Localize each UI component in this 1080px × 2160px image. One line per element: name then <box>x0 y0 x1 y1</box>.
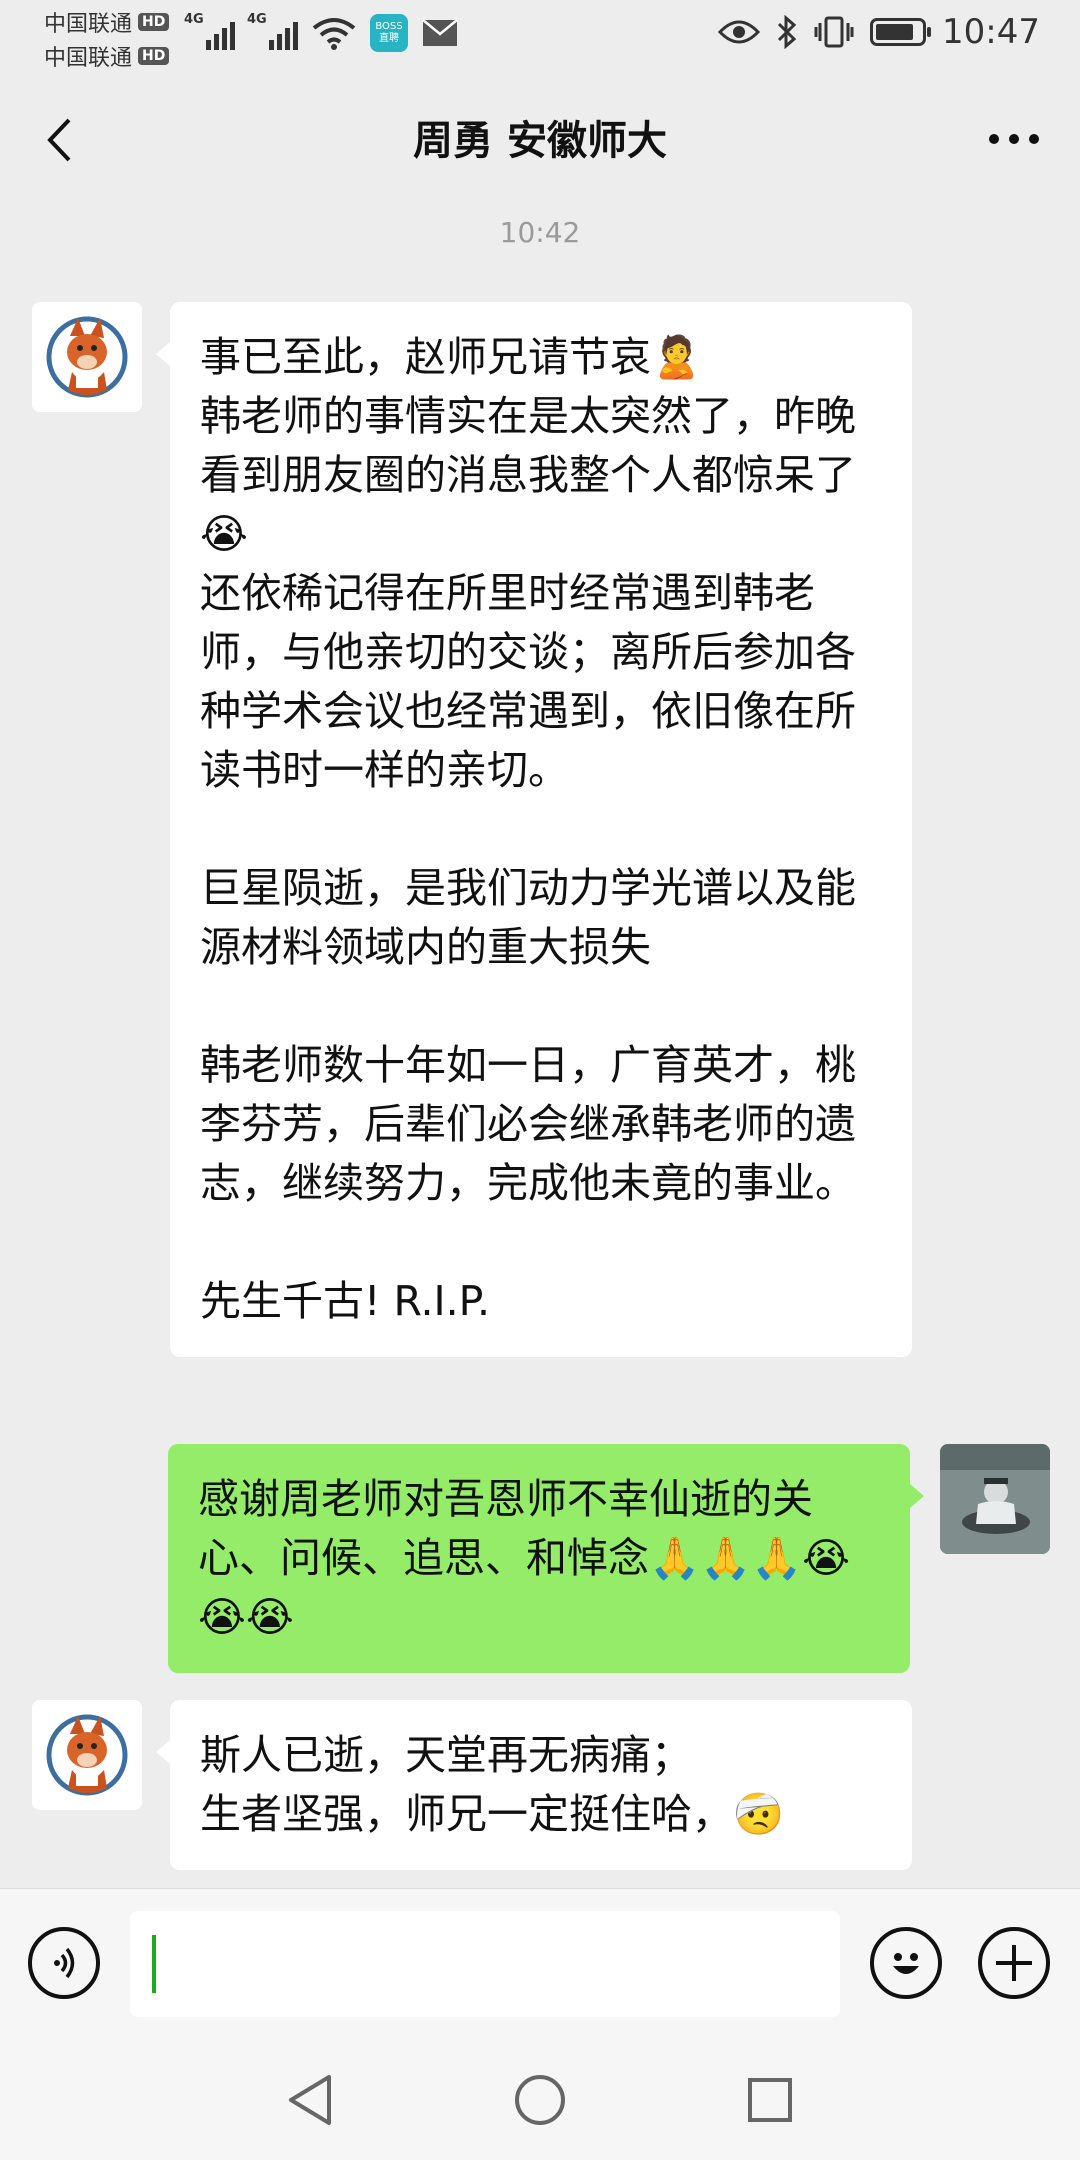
boss-app-icon: BOSS 直聘 <box>370 14 408 52</box>
signal-2-label: 4G <box>247 12 267 27</box>
status-time: 10:47 <box>942 12 1040 52</box>
nav-recents-icon <box>748 2078 792 2122</box>
signal-1-icon: 4G <box>184 12 235 50</box>
nav-back-button[interactable] <box>270 2060 350 2140</box>
carrier-2-label: 中国联通 <box>44 46 133 71</box>
vibrate-icon <box>814 16 854 48</box>
plus-button[interactable] <box>978 1927 1050 1999</box>
nav-recents-button[interactable] <box>730 2060 810 2140</box>
eye-icon <box>718 20 761 44</box>
contact-avatar-2[interactable] <box>32 1700 142 1810</box>
contact-avatar[interactable] <box>32 302 142 412</box>
statue-avatar-image <box>940 1444 1050 1554</box>
nav-home-icon <box>515 2075 565 2125</box>
hd-badge-2: HD <box>138 47 170 65</box>
plus-icon <box>996 1945 1032 1981</box>
message-bubble-received-2[interactable]: 斯人已逝，天堂再无病痛； 生者坚强，师兄一定挺住哈，🤕 <box>156 1700 912 1870</box>
system-nav-bar <box>0 2038 1080 2160</box>
input-bar <box>0 1888 1080 2039</box>
voice-button[interactable] <box>28 1927 100 1999</box>
carrier-2: 中国联通 HD <box>44 40 170 72</box>
voice-icon <box>54 1947 75 1979</box>
fox-avatar-image <box>32 302 142 412</box>
message-input[interactable] <box>130 1911 840 2017</box>
text-caret <box>152 1935 156 1993</box>
chat-title: 周勇 安徽师大 <box>413 118 667 164</box>
carrier-1: 中国联通 HD <box>44 6 170 38</box>
self-avatar[interactable] <box>940 1444 1050 1554</box>
more-button[interactable] <box>984 114 1044 164</box>
carrier-1-label: 中国联通 <box>44 12 133 37</box>
boss-badge-line1: BOSS <box>375 21 403 32</box>
emoji-icon <box>893 1953 919 1974</box>
status-bar: 中国联通 HD 中国联通 HD 4G 4G BOSS 直聘 10:47 <box>0 0 1080 72</box>
signal-2-icon: 4G <box>247 12 298 50</box>
message-bubble-received[interactable]: 事已至此，赵师兄请节哀🙎 韩老师的事情实在是太突然了，昨晚看到朋友圈的消息我整个… <box>156 302 912 1357</box>
message-bubble-sent[interactable]: 感谢周老师对吾恩师不幸仙逝的关心、问候、追思、和悼念🙏🙏🙏😭😭😭 <box>168 1444 924 1673</box>
chat-header: 周勇 安徽师大 <box>0 98 1080 178</box>
nav-back-icon <box>289 2075 331 2125</box>
hd-badge: HD <box>138 13 170 31</box>
fox-avatar-image-2 <box>32 1700 142 1810</box>
boss-badge-line2: 直聘 <box>379 33 399 44</box>
battery-icon <box>870 18 932 46</box>
signal-1-label: 4G <box>184 12 204 27</box>
more-dots-icon <box>989 134 1039 144</box>
bluetooth-icon <box>777 15 797 49</box>
nav-home-button[interactable] <box>500 2060 580 2140</box>
wifi-icon <box>312 18 356 50</box>
message-timestamp: 10:42 <box>499 216 581 249</box>
emoji-button[interactable] <box>870 1927 942 1999</box>
mail-icon <box>422 19 458 46</box>
